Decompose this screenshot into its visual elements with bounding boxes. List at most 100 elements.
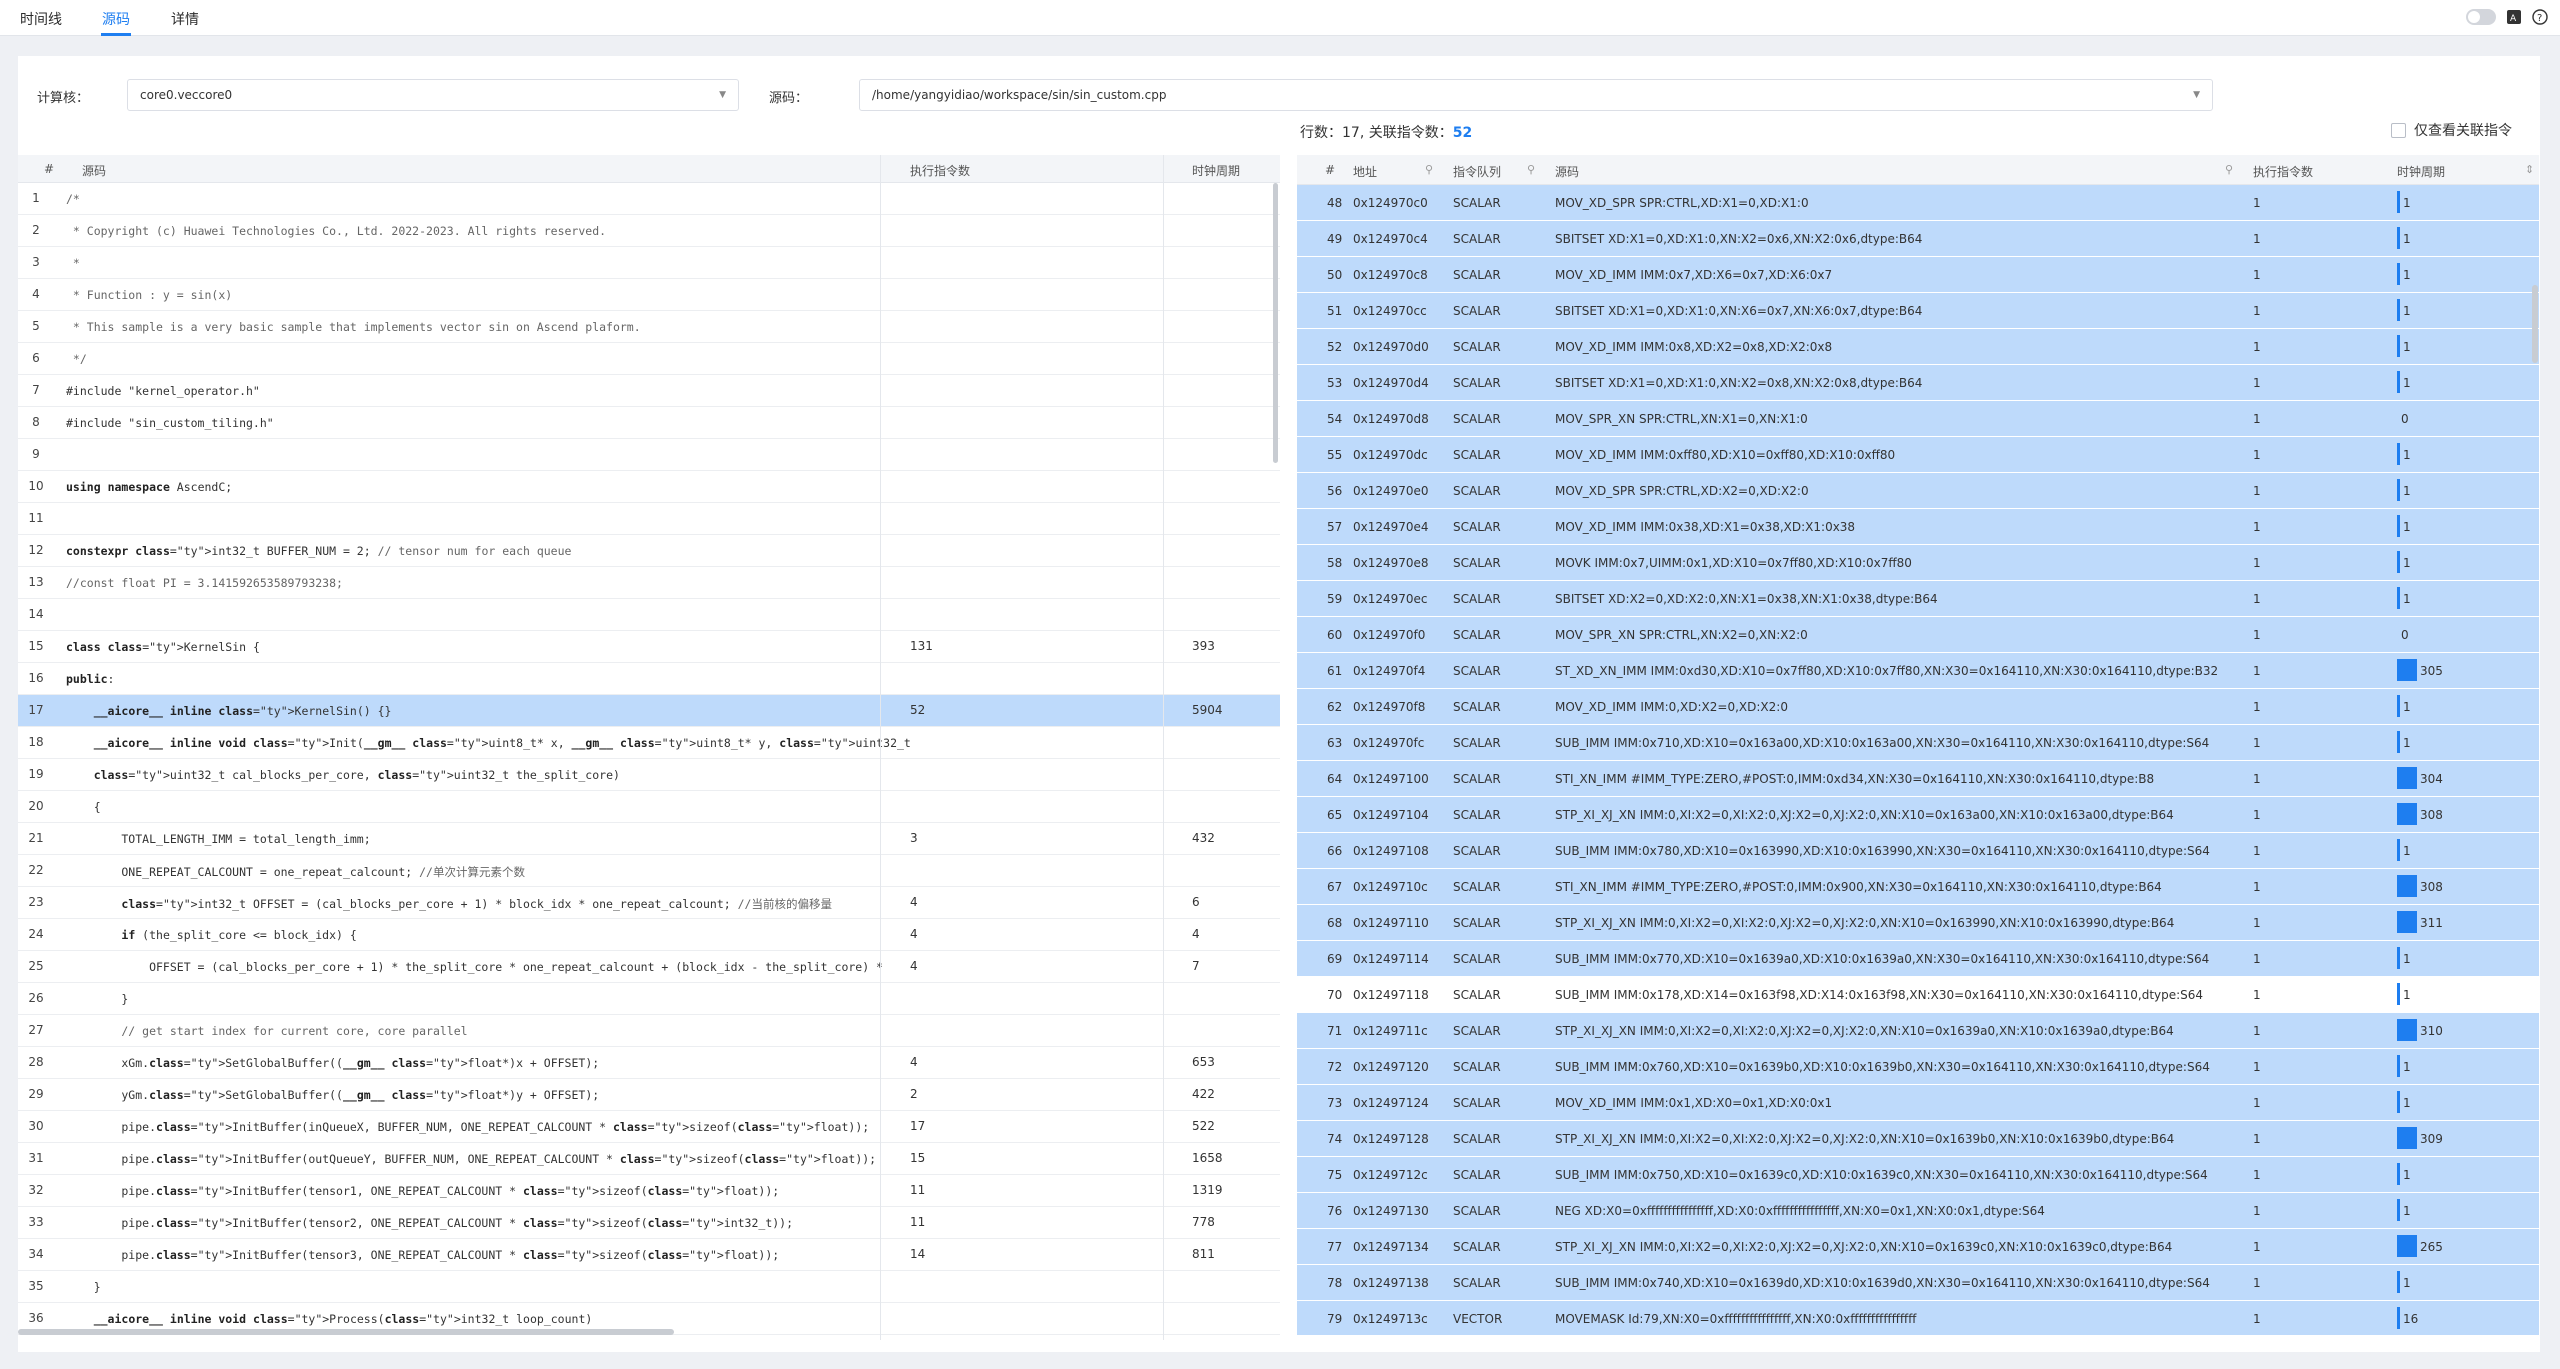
instruction-row[interactable]: 65 0x12497104 SCALAR STP_XI_XJ_XN IMM:0,XI:… bbox=[1297, 797, 2539, 833]
source-code: pipe.class="ty">InitBuffer(tensor1, ONE_… bbox=[66, 1184, 780, 1198]
col-cycles[interactable]: 时钟周期 bbox=[2397, 163, 2445, 180]
instruction-row[interactable]: 70 0x12497118 SCALAR SUB_IMM IMM:0x178,XD:X… bbox=[1297, 977, 2539, 1013]
checkbox-box[interactable] bbox=[2391, 122, 2406, 138]
instruction-vertical-scrollbar[interactable] bbox=[2532, 285, 2538, 363]
source-vertical-scrollbar[interactable] bbox=[1273, 183, 1278, 463]
instruction-row[interactable]: 52 0x124970d0 SCALAR MOV_XD_IMM IMM:0x8,XD:… bbox=[1297, 329, 2539, 365]
line-stats-text: 行数：17, 关联指令数： bbox=[1300, 125, 1453, 141]
instruction-row[interactable]: 63 0x124970fc SCALAR SUB_IMM IMM:0x710,XD:X… bbox=[1297, 725, 2539, 761]
source-line-row[interactable]: 12 constexpr class="ty">int32_t BUFFER_NU… bbox=[18, 535, 1280, 567]
source-line-row[interactable]: 35 } bbox=[18, 1271, 1280, 1303]
core-select[interactable]: core0.veccore0 ▼ bbox=[127, 79, 739, 111]
instruction-row[interactable]: 59 0x124970ec SCALAR SBITSET XD:X2=0,XD:X2:… bbox=[1297, 581, 2539, 617]
source-line-row[interactable]: 17 __aicore__ inline class="ty">KernelSi… bbox=[18, 695, 1280, 727]
source-line-row[interactable]: 11 bbox=[18, 503, 1280, 535]
instruction-number: 52 bbox=[1327, 340, 1343, 354]
source-line-row[interactable]: 1 /* bbox=[18, 183, 1280, 215]
source-line-row[interactable]: 2 * Copyright (c) Huawei Technologies Co… bbox=[18, 215, 1280, 247]
instruction-row[interactable]: 71 0x1249711c SCALAR STP_XI_XJ_XN IMM:0,XI:… bbox=[1297, 1013, 2539, 1049]
instruction-row[interactable]: 76 0x12497130 SCALAR NEG XD:X0=0xffffffffff… bbox=[1297, 1193, 2539, 1229]
instruction-cycles: 1 bbox=[2403, 520, 2411, 534]
source-line-row[interactable]: 13 //const float PI = 3.14159265358979323… bbox=[18, 567, 1280, 599]
line-number: 8 bbox=[32, 415, 40, 429]
instruction-row[interactable]: 73 0x12497124 SCALAR MOV_XD_IMM IMM:0x1,XD:… bbox=[1297, 1085, 2539, 1121]
source-line-row[interactable]: 9 bbox=[18, 439, 1280, 471]
source-line-row[interactable]: 29 yGm.class="ty">SetGlobalBuffer((__gm_… bbox=[18, 1079, 1280, 1111]
source-line-row[interactable]: 30 pipe.class="ty">InitBuffer(inQueueX, … bbox=[18, 1111, 1280, 1143]
col-pipe[interactable]: 指令队列 bbox=[1453, 163, 1501, 180]
instruction-row[interactable]: 60 0x124970f0 SCALAR MOV_SPR_XN SPR:CTRL,XN… bbox=[1297, 617, 2539, 653]
instruction-row[interactable]: 51 0x124970cc SCALAR SBITSET XD:X1=0,XD:X1:… bbox=[1297, 293, 2539, 329]
filter-icon[interactable]: ⚲ bbox=[2225, 163, 2233, 176]
instruction-row[interactable]: 55 0x124970dc SCALAR MOV_XD_IMM IMM:0xff80,… bbox=[1297, 437, 2539, 473]
source-line-row[interactable]: 16 public: bbox=[18, 663, 1280, 695]
instruction-row[interactable]: 74 0x12497128 SCALAR STP_XI_XJ_XN IMM:0,XI:… bbox=[1297, 1121, 2539, 1157]
instruction-row[interactable]: 54 0x124970d8 SCALAR MOV_SPR_XN SPR:CTRL,XN… bbox=[1297, 401, 2539, 437]
help-icon[interactable]: ? bbox=[2532, 9, 2548, 25]
instruction-row[interactable]: 68 0x12497110 SCALAR STP_XI_XJ_XN IMM:0,XI:… bbox=[1297, 905, 2539, 941]
source-line-row[interactable]: 3 * bbox=[18, 247, 1280, 279]
col-count[interactable]: 执行指令数 bbox=[2253, 163, 2313, 180]
instruction-row[interactable]: 69 0x12497114 SCALAR SUB_IMM IMM:0x770,XD:X… bbox=[1297, 941, 2539, 977]
instruction-row[interactable]: 64 0x12497100 SCALAR STI_XN_IMM #IMM_TYPE:Z… bbox=[1297, 761, 2539, 797]
source-line-row[interactable]: 31 pipe.class="ty">InitBuffer(outQueueY,… bbox=[18, 1143, 1280, 1175]
instruction-row[interactable]: 72 0x12497120 SCALAR SUB_IMM IMM:0x760,XD:X… bbox=[1297, 1049, 2539, 1085]
col-source[interactable]: 源码 bbox=[1555, 163, 1579, 180]
exec-count: 131 bbox=[910, 639, 933, 653]
source-horizontal-scrollbar[interactable] bbox=[18, 1329, 674, 1335]
source-line-row[interactable]: 26 } bbox=[18, 983, 1280, 1015]
instruction-row[interactable]: 48 0x124970c0 SCALAR MOV_XD_SPR SPR:CTRL,XD… bbox=[1297, 185, 2539, 221]
col-address[interactable]: 地址 bbox=[1353, 163, 1377, 180]
theme-toggle[interactable] bbox=[2466, 9, 2496, 25]
source-line-row[interactable]: 21 TOTAL_LENGTH_IMM = total_length_imm; 3… bbox=[18, 823, 1280, 855]
instruction-source: MOV_XD_IMM IMM:0x1,XD:X0=0x1,XD:X0:0x1 bbox=[1555, 1096, 1833, 1110]
source-line-row[interactable]: 23 class="ty">int32_t OFFSET = (cal_bloc… bbox=[18, 887, 1280, 919]
tab-details[interactable]: 详情 bbox=[171, 9, 199, 29]
instruction-row[interactable]: 75 0x1249712c SCALAR SUB_IMM IMM:0x750,XD:X… bbox=[1297, 1157, 2539, 1193]
instruction-row[interactable]: 56 0x124970e0 SCALAR MOV_XD_SPR SPR:CTRL,XD… bbox=[1297, 473, 2539, 509]
instruction-row[interactable]: 78 0x12497138 SCALAR SUB_IMM IMM:0x740,XD:X… bbox=[1297, 1265, 2539, 1301]
source-file-select[interactable]: /home/yangyidiao/workspace/sin/sin_custo… bbox=[859, 79, 2213, 111]
tab-timeline[interactable]: 时间线 bbox=[20, 9, 62, 29]
show-related-only-checkbox[interactable]: 仅查看关联指令 bbox=[2391, 120, 2512, 140]
instruction-exec-count: 1 bbox=[2253, 520, 2261, 534]
instruction-row[interactable]: 57 0x124970e4 SCALAR MOV_XD_IMM IMM:0x38,XD… bbox=[1297, 509, 2539, 545]
source-line-row[interactable]: 18 __aicore__ inline void class="ty">Ini… bbox=[18, 727, 1280, 759]
instruction-row[interactable]: 61 0x124970f4 SCALAR ST_XD_XN_IMM IMM:0xd30… bbox=[1297, 653, 2539, 689]
language-icon[interactable]: A bbox=[2506, 9, 2522, 25]
instruction-row[interactable]: 67 0x1249710c SCALAR STI_XN_IMM #IMM_TYPE:Z… bbox=[1297, 869, 2539, 905]
instruction-row[interactable]: 77 0x12497134 SCALAR STP_XI_XJ_XN IMM:0,XI:… bbox=[1297, 1229, 2539, 1265]
instruction-row[interactable]: 49 0x124970c4 SCALAR SBITSET XD:X1=0,XD:X1:… bbox=[1297, 221, 2539, 257]
instruction-row[interactable]: 58 0x124970e8 SCALAR MOVK IMM:0x7,UIMM:0x1,… bbox=[1297, 545, 2539, 581]
source-line-row[interactable]: 4 * Function : y = sin(x) bbox=[18, 279, 1280, 311]
source-line-row[interactable]: 14 bbox=[18, 599, 1280, 631]
source-line-row[interactable]: 34 pipe.class="ty">InitBuffer(tensor3, O… bbox=[18, 1239, 1280, 1271]
instruction-row[interactable]: 62 0x124970f8 SCALAR MOV_XD_IMM IMM:0,XD:X2… bbox=[1297, 689, 2539, 725]
instruction-row[interactable]: 66 0x12497108 SCALAR SUB_IMM IMM:0x780,XD:X… bbox=[1297, 833, 2539, 869]
source-line-row[interactable]: 25 OFFSET = (cal_blocks_per_core + 1) * … bbox=[18, 951, 1280, 983]
line-number: 31 bbox=[28, 1151, 44, 1165]
tab-source[interactable]: 源码 bbox=[102, 9, 130, 29]
source-line-row[interactable]: 28 xGm.class="ty">SetGlobalBuffer((__gm_… bbox=[18, 1047, 1280, 1079]
source-line-row[interactable]: 22 ONE_REPEAT_CALCOUNT = one_repeat_calc… bbox=[18, 855, 1280, 887]
instruction-row[interactable]: 53 0x124970d4 SCALAR SBITSET XD:X1=0,XD:X1:… bbox=[1297, 365, 2539, 401]
source-line-row[interactable]: 7 #include "kernel_operator.h" bbox=[18, 375, 1280, 407]
source-line-row[interactable]: 8 #include "sin_custom_tiling.h" bbox=[18, 407, 1280, 439]
col-cycles[interactable]: 时钟周期 bbox=[1192, 162, 1240, 179]
source-line-row[interactable]: 15 class class="ty">KernelSin {131 393 bbox=[18, 631, 1280, 663]
source-line-row[interactable]: 24 if (the_split_core <= block_idx) {4 4 bbox=[18, 919, 1280, 951]
source-line-row[interactable]: 27 // get start index for current core, … bbox=[18, 1015, 1280, 1047]
sort-icon[interactable]: ⇕ bbox=[2525, 163, 2534, 176]
source-line-row[interactable]: 33 pipe.class="ty">InitBuffer(tensor2, O… bbox=[18, 1207, 1280, 1239]
source-line-row[interactable]: 32 pipe.class="ty">InitBuffer(tensor1, O… bbox=[18, 1175, 1280, 1207]
source-line-row[interactable]: 19 class="ty">uint32_t cal_blocks_per_co… bbox=[18, 759, 1280, 791]
instruction-row[interactable]: 50 0x124970c8 SCALAR MOV_XD_IMM IMM:0x7,XD:… bbox=[1297, 257, 2539, 293]
col-count[interactable]: 执行指令数 bbox=[910, 162, 970, 179]
source-line-row[interactable]: 10 using namespace AscendC; bbox=[18, 471, 1280, 503]
source-line-row[interactable]: 20 { bbox=[18, 791, 1280, 823]
filter-icon[interactable]: ⚲ bbox=[1425, 163, 1433, 176]
source-line-row[interactable]: 5 * This sample is a very basic sample t… bbox=[18, 311, 1280, 343]
source-line-row[interactable]: 6 */ bbox=[18, 343, 1280, 375]
filter-icon[interactable]: ⚲ bbox=[1527, 163, 1535, 176]
instruction-row[interactable]: 79 0x1249713c VECTOR MOVEMASK Id:79,XN:X0=0… bbox=[1297, 1301, 2539, 1335]
